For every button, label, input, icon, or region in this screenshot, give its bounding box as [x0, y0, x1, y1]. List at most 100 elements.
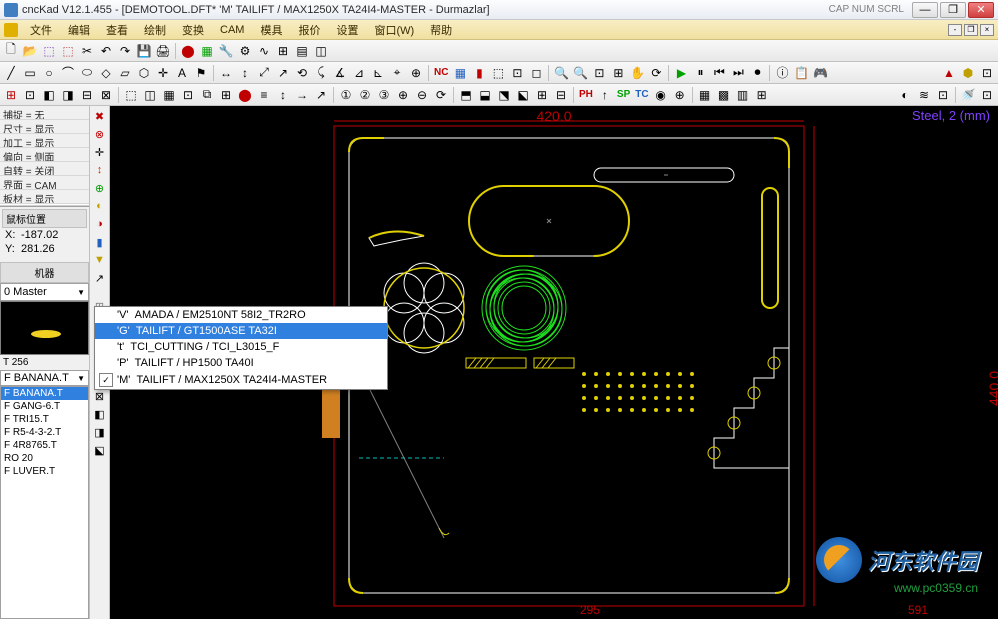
nest1-icon[interactable]: ▦ [696, 86, 714, 104]
dim6-icon[interactable]: ⤹ [312, 64, 330, 82]
tool2-icon[interactable]: ▦ [198, 42, 216, 60]
machine-option-m[interactable]: ✓ 'M' TAILIFT / MAX1250X TA24I4-MASTER [95, 371, 387, 389]
vt-tool1-icon[interactable]: ⊗ [92, 126, 108, 142]
shape7-icon[interactable]: ⬡ [135, 64, 153, 82]
tool-item[interactable]: F R5-4-3-2.T [1, 426, 88, 439]
minimize-button[interactable]: — [912, 2, 938, 18]
cut6-icon[interactable]: ⊟ [552, 86, 570, 104]
tool6-icon[interactable]: ⊞ [274, 42, 292, 60]
menu-help[interactable]: 帮助 [426, 20, 456, 40]
cut3-icon[interactable]: ⬔ [495, 86, 513, 104]
sp2-icon[interactable]: ⊕ [671, 86, 689, 104]
mdi-minimize-button[interactable]: - [948, 24, 962, 36]
dim9-icon[interactable]: ⊾ [369, 64, 387, 82]
menu-file[interactable]: 文件 [26, 20, 56, 40]
nc-button[interactable]: NC [432, 67, 450, 78]
vt-tool17-icon[interactable]: ◨ [92, 424, 108, 440]
shape5-icon[interactable]: ◇ [97, 64, 115, 82]
cam17-icon[interactable]: ↗ [312, 86, 330, 104]
nest3-icon[interactable]: ▥ [734, 86, 752, 104]
menu-draw[interactable]: 绘制 [140, 20, 170, 40]
vt-tool3-icon[interactable]: ↕ [92, 162, 108, 178]
right1-icon[interactable]: ▲ [940, 64, 958, 82]
tool3-icon[interactable]: 🔧 [217, 42, 235, 60]
vt-tool8-icon[interactable]: ▼ [92, 252, 108, 268]
undo-icon[interactable]: ↶ [97, 42, 115, 60]
machine-combo[interactable]: 0 Master ▼ [0, 283, 89, 301]
dim7-icon[interactable]: ∡ [331, 64, 349, 82]
redo-icon[interactable]: ↷ [116, 42, 134, 60]
tool-combo[interactable]: F BANANA.T ▼ [0, 370, 89, 386]
seq2-icon[interactable]: ② [356, 86, 374, 104]
save-icon[interactable]: 💾 [135, 42, 153, 60]
vt-tool16-icon[interactable]: ◧ [92, 406, 108, 422]
anim5-icon[interactable]: ⏺ [748, 64, 766, 82]
anim4-icon[interactable]: ⏭ [729, 64, 747, 82]
seq4-icon[interactable]: ⊕ [394, 86, 412, 104]
tool-item[interactable]: F 4R8765.T [1, 439, 88, 452]
anim1-icon[interactable]: ▶ [672, 64, 690, 82]
cam6-icon[interactable]: ⊠ [97, 86, 115, 104]
tc-button[interactable]: TC [633, 89, 650, 100]
menu-view[interactable]: 查看 [102, 20, 132, 40]
tool4-icon[interactable]: ⚙ [236, 42, 254, 60]
r33-icon[interactable]: ⊡ [934, 86, 952, 104]
nc3-icon[interactable]: ⬚ [489, 64, 507, 82]
cut-icon[interactable]: ✂ [78, 42, 96, 60]
seq3-icon[interactable]: ③ [375, 86, 393, 104]
anim3-icon[interactable]: ⏮ [710, 64, 728, 82]
tool8-icon[interactable]: ◫ [312, 42, 330, 60]
cam5-icon[interactable]: ⊟ [78, 86, 96, 104]
cam15-icon[interactable]: ↕ [274, 86, 292, 104]
cam4-icon[interactable]: ◨ [59, 86, 77, 104]
menu-window[interactable]: 窗口(W) [370, 20, 418, 40]
cam11-icon[interactable]: ⧉ [198, 86, 216, 104]
mdi-restore-button[interactable]: ❐ [964, 24, 978, 36]
menu-transform[interactable]: 变换 [178, 20, 208, 40]
dim11-icon[interactable]: ⊕ [407, 64, 425, 82]
new-icon[interactable]: 🗋 [2, 42, 20, 60]
cam1-icon[interactable]: ⊞ [2, 86, 20, 104]
maximize-button[interactable]: ❐ [940, 2, 966, 18]
r31-icon[interactable]: ◐ [896, 86, 914, 104]
dim4-icon[interactable]: ↗ [274, 64, 292, 82]
cam7-icon[interactable]: ⬚ [122, 86, 140, 104]
print-icon[interactable]: 🖨 [154, 42, 172, 60]
status-sheet[interactable]: 板材 = 显示 [0, 190, 89, 204]
status-side[interactable]: 偏向 = 侧面 [0, 148, 89, 162]
view2-icon[interactable]: ⬚ [59, 42, 77, 60]
nest4-icon[interactable]: ⊞ [753, 86, 771, 104]
sp1-icon[interactable]: ◉ [652, 86, 670, 104]
anim2-icon[interactable]: ⏸ [691, 64, 709, 82]
seq1-icon[interactable]: ① [337, 86, 355, 104]
machine-option-p[interactable]: 'P' TAILIFT / HP1500 TA40I [95, 355, 387, 371]
nc4-icon[interactable]: ⊡ [508, 64, 526, 82]
shape6-icon[interactable]: ▱ [116, 64, 134, 82]
r34-icon[interactable]: 🚿 [959, 86, 977, 104]
mdi-close-button[interactable]: × [980, 24, 994, 36]
status-rotate[interactable]: 自转 = 关闭 [0, 162, 89, 176]
cut2-icon[interactable]: ⬓ [476, 86, 494, 104]
right2-icon[interactable]: ⬢ [959, 64, 977, 82]
redraw-icon[interactable]: ⟳ [647, 64, 665, 82]
open-icon[interactable]: 📂 [21, 42, 39, 60]
cam16-icon[interactable]: → [293, 86, 311, 104]
status-dim[interactable]: 尺寸 = 显示 [0, 120, 89, 134]
ph-button[interactable]: PH [577, 89, 595, 100]
dim5-icon[interactable]: ⟲ [293, 64, 311, 82]
vt-tool7-icon[interactable]: ▮ [92, 234, 108, 250]
nc5-icon[interactable]: ◻ [527, 64, 545, 82]
menu-edit[interactable]: 编辑 [64, 20, 94, 40]
tool-item[interactable]: F BANANA.T [1, 387, 88, 400]
dim3-icon[interactable]: ⤢ [255, 64, 273, 82]
machine-dropdown[interactable]: 'V' AMADA / EM2510NT 58I2_TR2RO 'G' TAIL… [94, 306, 388, 390]
seq5-icon[interactable]: ⊖ [413, 86, 431, 104]
tool-list[interactable]: F BANANA.T F GANG-6.T F TRI15.T F R5-4-3… [0, 386, 89, 619]
cut4-icon[interactable]: ⬕ [514, 86, 532, 104]
vt-tool9-icon[interactable]: ↗ [92, 270, 108, 286]
pick-icon[interactable]: ✛ [154, 64, 172, 82]
cam14-icon[interactable]: ≡ [255, 86, 273, 104]
menu-mold[interactable]: 模具 [256, 20, 286, 40]
tool1-icon[interactable]: ⬤ [179, 42, 197, 60]
vt-tool4-icon[interactable]: ⊕ [92, 180, 108, 196]
